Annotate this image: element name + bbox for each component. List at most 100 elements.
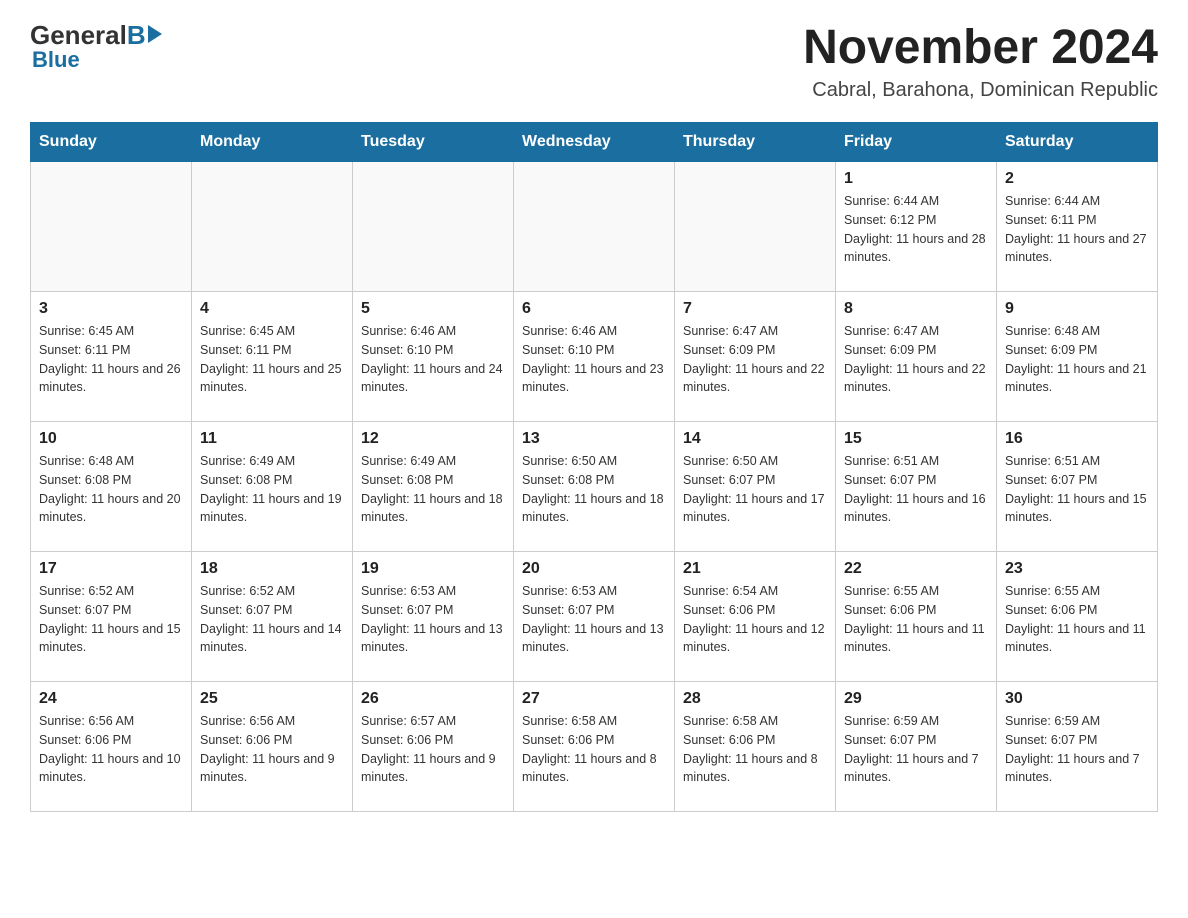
day-number: 14	[683, 430, 827, 448]
day-info: Sunrise: 6:59 AMSunset: 6:07 PMDaylight:…	[1005, 712, 1149, 787]
day-info: Sunrise: 6:55 AMSunset: 6:06 PMDaylight:…	[1005, 582, 1149, 657]
day-number: 11	[200, 430, 344, 448]
day-number: 10	[39, 430, 183, 448]
day-number: 3	[39, 300, 183, 318]
table-row	[514, 162, 675, 292]
col-thursday: Thursday	[675, 123, 836, 162]
day-info: Sunrise: 6:56 AMSunset: 6:06 PMDaylight:…	[39, 712, 183, 787]
table-row: 5Sunrise: 6:46 AMSunset: 6:10 PMDaylight…	[353, 292, 514, 422]
table-row: 6Sunrise: 6:46 AMSunset: 6:10 PMDaylight…	[514, 292, 675, 422]
table-row: 27 Sunrise: 6:58 AMSunset: 6:06 PMDayligh…	[514, 682, 675, 812]
table-row	[353, 162, 514, 292]
table-row: 22 Sunrise: 6:55 AMSunset: 6:06 PMDayligh…	[836, 552, 997, 682]
table-row: 9 Sunrise: 6:48 AMSunset: 6:09 PMDaylight…	[997, 292, 1158, 422]
day-number: 30	[1005, 690, 1149, 708]
day-number: 7	[683, 300, 827, 318]
day-info: Sunrise: 6:50 AMSunset: 6:07 PMDaylight:…	[683, 452, 827, 527]
table-row: 11 Sunrise: 6:49 AMSunset: 6:08 PMDayligh…	[192, 422, 353, 552]
location-title: Cabral, Barahona, Dominican Republic	[803, 79, 1158, 102]
calendar-week-row: 17 Sunrise: 6:52 AMSunset: 6:07 PMDayligh…	[31, 552, 1158, 682]
day-number: 21	[683, 560, 827, 578]
day-number: 27	[522, 690, 666, 708]
day-info: Sunrise: 6:53 AMSunset: 6:07 PMDaylight:…	[361, 582, 505, 657]
day-number: 25	[200, 690, 344, 708]
table-row: 30 Sunrise: 6:59 AMSunset: 6:07 PMDayligh…	[997, 682, 1158, 812]
col-wednesday: Wednesday	[514, 123, 675, 162]
table-row: 20Sunrise: 6:53 AMSunset: 6:07 PMDayligh…	[514, 552, 675, 682]
table-row	[192, 162, 353, 292]
day-info: Sunrise: 6:54 AMSunset: 6:06 PMDaylight:…	[683, 582, 827, 657]
day-number: 17	[39, 560, 183, 578]
day-info: Sunrise: 6:45 AMSunset: 6:11 PMDaylight:…	[200, 322, 344, 397]
day-number: 23	[1005, 560, 1149, 578]
logo-arrow-icon	[148, 25, 162, 43]
day-info: Sunrise: 6:44 AMSunset: 6:12 PMDaylight:…	[844, 192, 988, 267]
day-info: Sunrise: 6:48 AMSunset: 6:09 PMDaylight:…	[1005, 322, 1149, 397]
day-info: Sunrise: 6:45 AMSunset: 6:11 PMDaylight:…	[39, 322, 183, 397]
day-info: Sunrise: 6:44 AMSunset: 6:11 PMDaylight:…	[1005, 192, 1149, 267]
calendar-table: Sunday Monday Tuesday Wednesday Thursday…	[30, 122, 1158, 812]
logo-blue-text: Blue	[32, 47, 80, 73]
day-info: Sunrise: 6:53 AMSunset: 6:07 PMDaylight:…	[522, 582, 666, 657]
col-monday: Monday	[192, 123, 353, 162]
day-number: 15	[844, 430, 988, 448]
page-header: General B Blue November 2024 Cabral, Bar…	[30, 20, 1158, 102]
day-info: Sunrise: 6:47 AMSunset: 6:09 PMDaylight:…	[683, 322, 827, 397]
table-row: 26 Sunrise: 6:57 AMSunset: 6:06 PMDayligh…	[353, 682, 514, 812]
day-info: Sunrise: 6:49 AMSunset: 6:08 PMDaylight:…	[361, 452, 505, 527]
calendar-week-row: 10 Sunrise: 6:48 AMSunset: 6:08 PMDayligh…	[31, 422, 1158, 552]
day-number: 1	[844, 170, 988, 188]
day-number: 9	[1005, 300, 1149, 318]
table-row: 14 Sunrise: 6:50 AMSunset: 6:07 PMDayligh…	[675, 422, 836, 552]
table-row	[675, 162, 836, 292]
day-info: Sunrise: 6:47 AMSunset: 6:09 PMDaylight:…	[844, 322, 988, 397]
table-row: 23 Sunrise: 6:55 AMSunset: 6:06 PMDayligh…	[997, 552, 1158, 682]
day-info: Sunrise: 6:57 AMSunset: 6:06 PMDaylight:…	[361, 712, 505, 787]
day-info: Sunrise: 6:49 AMSunset: 6:08 PMDaylight:…	[200, 452, 344, 527]
calendar-week-row: 3 Sunrise: 6:45 AMSunset: 6:11 PMDaylight…	[31, 292, 1158, 422]
day-info: Sunrise: 6:48 AMSunset: 6:08 PMDaylight:…	[39, 452, 183, 527]
day-number: 12	[361, 430, 505, 448]
table-row: 2Sunrise: 6:44 AMSunset: 6:11 PMDaylight…	[997, 162, 1158, 292]
calendar-week-row: 1 Sunrise: 6:44 AMSunset: 6:12 PMDaylight…	[31, 162, 1158, 292]
day-number: 16	[1005, 430, 1149, 448]
day-number: 4	[200, 300, 344, 318]
table-row: 15 Sunrise: 6:51 AMSunset: 6:07 PMDayligh…	[836, 422, 997, 552]
day-number: 29	[844, 690, 988, 708]
calendar-week-row: 24Sunrise: 6:56 AMSunset: 6:06 PMDayligh…	[31, 682, 1158, 812]
table-row: 4 Sunrise: 6:45 AMSunset: 6:11 PMDaylight…	[192, 292, 353, 422]
day-number: 22	[844, 560, 988, 578]
day-number: 8	[844, 300, 988, 318]
day-info: Sunrise: 6:56 AMSunset: 6:06 PMDaylight:…	[200, 712, 344, 787]
day-info: Sunrise: 6:52 AMSunset: 6:07 PMDaylight:…	[39, 582, 183, 657]
col-friday: Friday	[836, 123, 997, 162]
day-number: 13	[522, 430, 666, 448]
day-info: Sunrise: 6:51 AMSunset: 6:07 PMDaylight:…	[844, 452, 988, 527]
day-number: 28	[683, 690, 827, 708]
day-number: 26	[361, 690, 505, 708]
table-row: 12 Sunrise: 6:49 AMSunset: 6:08 PMDayligh…	[353, 422, 514, 552]
table-row: 10 Sunrise: 6:48 AMSunset: 6:08 PMDayligh…	[31, 422, 192, 552]
table-row: 17 Sunrise: 6:52 AMSunset: 6:07 PMDayligh…	[31, 552, 192, 682]
day-info: Sunrise: 6:51 AMSunset: 6:07 PMDaylight:…	[1005, 452, 1149, 527]
day-info: Sunrise: 6:50 AMSunset: 6:08 PMDaylight:…	[522, 452, 666, 527]
col-tuesday: Tuesday	[353, 123, 514, 162]
table-row: 24Sunrise: 6:56 AMSunset: 6:06 PMDayligh…	[31, 682, 192, 812]
table-row	[31, 162, 192, 292]
table-row: 8 Sunrise: 6:47 AMSunset: 6:09 PMDaylight…	[836, 292, 997, 422]
table-row: 18 Sunrise: 6:52 AMSunset: 6:07 PMDayligh…	[192, 552, 353, 682]
day-info: Sunrise: 6:52 AMSunset: 6:07 PMDaylight:…	[200, 582, 344, 657]
logo-b: B	[127, 20, 146, 51]
table-row: 3 Sunrise: 6:45 AMSunset: 6:11 PMDaylight…	[31, 292, 192, 422]
day-info: Sunrise: 6:55 AMSunset: 6:06 PMDaylight:…	[844, 582, 988, 657]
day-number: 6	[522, 300, 666, 318]
table-row: 29 Sunrise: 6:59 AMSunset: 6:07 PMDayligh…	[836, 682, 997, 812]
day-info: Sunrise: 6:58 AMSunset: 6:06 PMDaylight:…	[522, 712, 666, 787]
col-saturday: Saturday	[997, 123, 1158, 162]
day-info: Sunrise: 6:59 AMSunset: 6:07 PMDaylight:…	[844, 712, 988, 787]
table-row: 7 Sunrise: 6:47 AMSunset: 6:09 PMDaylight…	[675, 292, 836, 422]
title-block: November 2024 Cabral, Barahona, Dominica…	[803, 20, 1158, 102]
day-number: 18	[200, 560, 344, 578]
table-row: 28Sunrise: 6:58 AMSunset: 6:06 PMDayligh…	[675, 682, 836, 812]
table-row: 25 Sunrise: 6:56 AMSunset: 6:06 PMDayligh…	[192, 682, 353, 812]
